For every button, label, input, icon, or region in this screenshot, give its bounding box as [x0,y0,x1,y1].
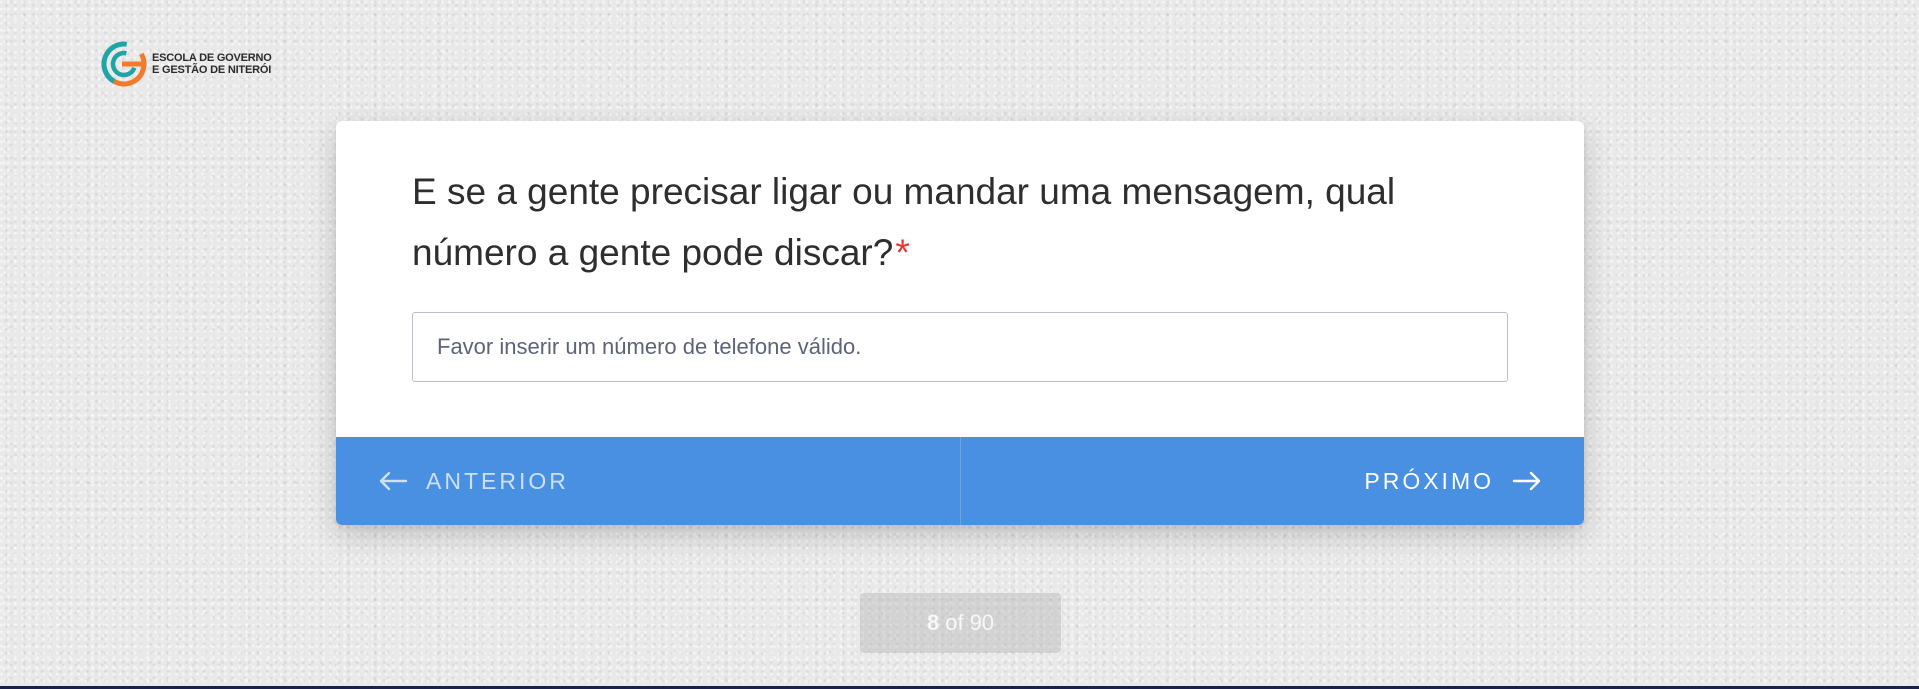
previous-button[interactable]: ANTERIOR [336,437,961,525]
progress-indicator: 8 of 90 [860,593,1061,653]
question-title: E se a gente precisar ligar ou mandar um… [412,161,1472,283]
question-card: E se a gente precisar ligar ou mandar um… [336,121,1584,525]
arrow-left-icon [379,471,408,491]
required-asterisk: * [895,232,910,273]
logo-line-1: ESCOLA DE GOVERNO [152,52,272,64]
progress-current: 8 [926,610,940,635]
previous-button-label: ANTERIOR [426,467,569,494]
progress-total: 90 [969,610,995,635]
next-button[interactable]: PRÓXIMO [961,437,1585,525]
progress-of-label: of [945,610,964,635]
logo-text: ESCOLA DE GOVERNO E GESTÃO DE NITERÓI [152,52,272,76]
logo: ESCOLA DE GOVERNO E GESTÃO DE NITERÓI [100,40,272,88]
egg-logo-icon [101,41,147,87]
arrow-right-icon [1512,471,1541,491]
navigation-bar: ANTERIOR PRÓXIMO [336,437,1584,525]
next-button-label: PRÓXIMO [1364,467,1494,494]
phone-input[interactable] [412,312,1508,382]
logo-line-2: E GESTÃO DE NITERÓI [152,64,272,76]
